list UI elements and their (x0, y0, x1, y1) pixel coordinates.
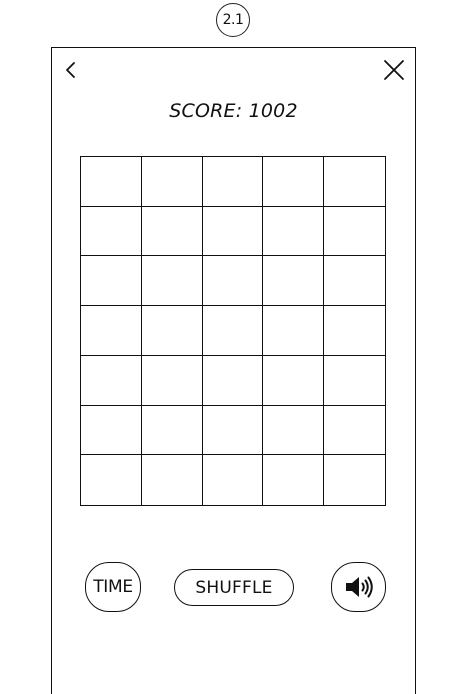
shuffle-button-label: SHUFFLE (195, 577, 273, 598)
board-cell[interactable] (263, 405, 325, 456)
board-cell[interactable] (141, 206, 203, 257)
board-cell[interactable] (324, 406, 385, 456)
phone-frame: SCORE: 1002 TIME SHUFFLE (51, 47, 416, 694)
board-cell[interactable] (324, 356, 385, 406)
back-button[interactable] (60, 56, 84, 84)
board-cell[interactable] (141, 256, 203, 307)
board-cell[interactable] (202, 405, 264, 456)
screen-number-badge: 2.1 (216, 3, 250, 37)
board-cell[interactable] (263, 206, 325, 257)
board-cell[interactable] (81, 355, 142, 406)
speaker-volume-icon (345, 576, 373, 598)
board-cell[interactable] (141, 355, 203, 406)
board-cell[interactable] (324, 306, 385, 356)
board-cell[interactable] (202, 355, 264, 406)
chevron-left-icon (66, 62, 75, 78)
board-cell[interactable] (202, 256, 264, 307)
time-button[interactable]: TIME (85, 562, 141, 612)
board-cell[interactable] (81, 405, 142, 456)
screen-number-text: 2.1 (222, 12, 244, 28)
score-display: SCORE: 1002 (169, 100, 298, 122)
board-cell[interactable] (202, 306, 264, 356)
board-cell[interactable] (81, 256, 142, 307)
board-cell[interactable] (203, 455, 264, 505)
board-cell[interactable] (141, 157, 203, 207)
board-cell[interactable] (263, 355, 325, 406)
sound-button[interactable] (331, 562, 386, 612)
time-button-label: TIME (93, 577, 133, 597)
board-cell[interactable] (81, 206, 142, 257)
board-cell[interactable] (263, 455, 325, 505)
board-cell[interactable] (263, 306, 325, 356)
board-cell[interactable] (81, 306, 142, 356)
close-icon (384, 60, 404, 80)
board-cell[interactable] (81, 157, 142, 207)
board-cell[interactable] (324, 157, 385, 207)
board-cell[interactable] (263, 157, 325, 207)
board-cell[interactable] (141, 405, 203, 456)
close-button[interactable] (381, 57, 407, 83)
game-board (80, 156, 386, 506)
board-cell[interactable] (324, 256, 385, 307)
board-cell[interactable] (202, 157, 264, 207)
shuffle-button[interactable]: SHUFFLE (174, 569, 294, 606)
board-cell[interactable] (324, 455, 385, 505)
board-cell[interactable] (81, 455, 142, 505)
board-cell[interactable] (142, 455, 203, 505)
board-cell[interactable] (202, 206, 264, 257)
board-cell[interactable] (141, 306, 203, 356)
board-cell[interactable] (324, 207, 385, 257)
board-cell[interactable] (263, 256, 325, 307)
